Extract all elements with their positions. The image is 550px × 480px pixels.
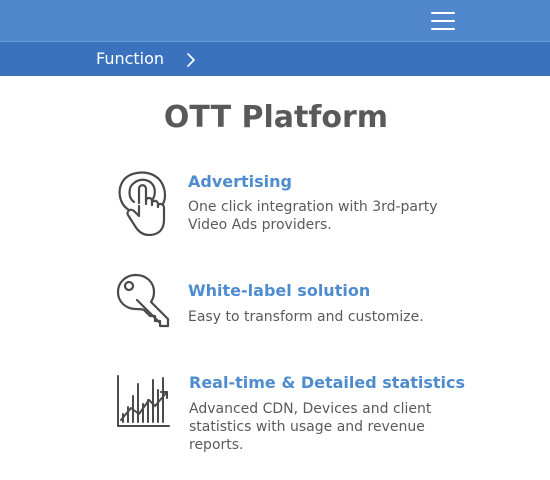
breadcrumb: Function bbox=[0, 41, 550, 76]
feature-title-white-label[interactable]: White-label solution bbox=[188, 281, 370, 300]
hamburger-menu-icon[interactable] bbox=[426, 8, 460, 34]
breadcrumb-function-link[interactable]: Function bbox=[96, 49, 164, 68]
feature-title-statistics[interactable]: Real-time & Detailed statistics bbox=[189, 373, 465, 392]
feature-description-advertising: One click integration with 3rd-party Vid… bbox=[188, 199, 438, 233]
feature-description-statistics: Advanced CDN, Devices and client statist… bbox=[189, 401, 432, 453]
statistics-chart-icon bbox=[117, 375, 170, 427]
key-icon bbox=[116, 273, 170, 328]
touch-hand-icon bbox=[118, 171, 166, 236]
page: Function OTT Platform Advertising One cl… bbox=[0, 0, 550, 480]
chevron-right-icon[interactable] bbox=[183, 52, 197, 68]
feature-title-advertising[interactable]: Advertising bbox=[188, 172, 292, 191]
feature-description-white-label: Easy to transform and customize. bbox=[188, 309, 424, 325]
top-bar bbox=[0, 0, 550, 41]
page-title: OTT Platform bbox=[163, 100, 389, 135]
